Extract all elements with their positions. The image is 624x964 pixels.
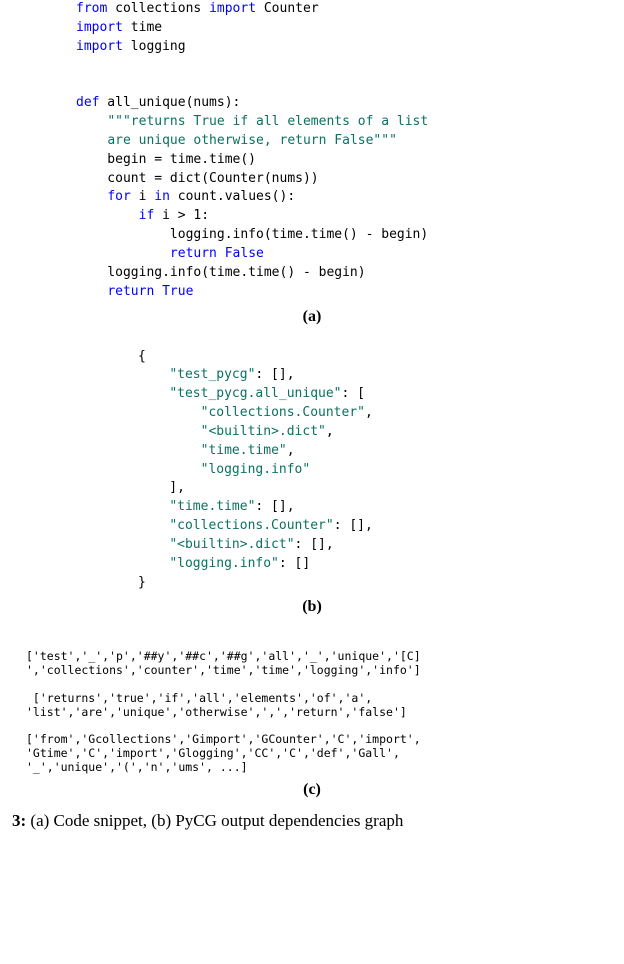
caption-a: (a) (10, 302, 614, 332)
caption-c: (c) (10, 775, 614, 805)
caption-b: (b) (10, 592, 614, 622)
figure-caption-text: (a) Code snippet, (b) PyCG output depend… (26, 811, 403, 830)
code-snippet-a: from collections import Counter import t… (10, 0, 614, 302)
figure-number: 3: (12, 811, 26, 830)
token-list-c: ['test','_','p','##y','##c','##g','all',… (10, 644, 614, 774)
figure-caption-line: 3: (a) Code snippet, (b) PyCG output dep… (10, 805, 614, 831)
code-snippet-b: { "test_pycg": [], "test_pycg.all_unique… (10, 348, 614, 593)
